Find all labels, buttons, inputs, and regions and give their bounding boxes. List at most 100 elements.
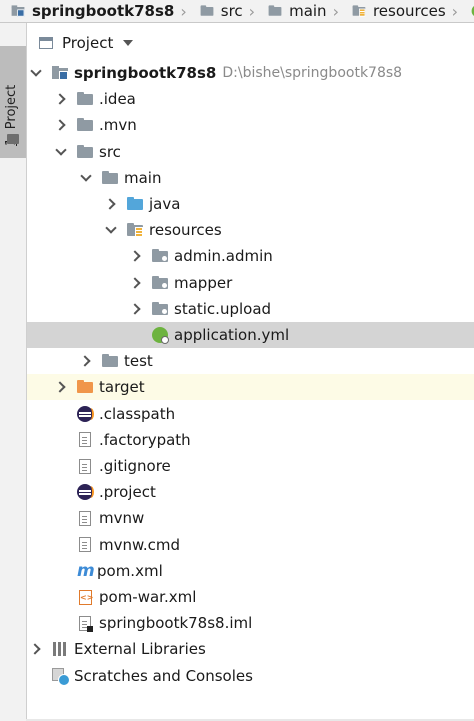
chevron-right-icon[interactable] — [131, 304, 141, 314]
tree-row[interactable]: admin.admin — [27, 243, 474, 269]
tree-row[interactable]: resources — [27, 217, 474, 243]
source-folder-icon — [127, 196, 143, 212]
tree-row[interactable]: .idea — [27, 86, 474, 112]
libraries-icon — [52, 641, 68, 657]
chevron-right-icon[interactable] — [56, 120, 66, 130]
tree-item-label: pom-war.xml — [99, 588, 197, 606]
breadcrumb-label: src — [220, 2, 243, 20]
chevron-right-icon[interactable] — [131, 278, 141, 288]
project-view-selector[interactable]: Project — [62, 34, 113, 52]
folder-icon — [200, 5, 214, 18]
chevron-right-icon[interactable] — [81, 356, 91, 366]
chevron-right-icon[interactable] — [56, 94, 66, 104]
tree-row[interactable]: .gitignore — [27, 453, 474, 479]
breadcrumb-separator: › — [332, 1, 339, 21]
eclipse-icon — [77, 484, 94, 501]
tree-row[interactable]: Scratches and Consoles — [27, 663, 474, 689]
tree-item-label: java — [149, 195, 181, 213]
text-file-icon — [79, 510, 91, 526]
tree-row[interactable]: springbootk78s8 D:\bishe\springbootk78s8 — [27, 60, 474, 86]
tree-row[interactable]: mvnw — [27, 505, 474, 531]
tree-row[interactable]: .classpath — [27, 401, 474, 427]
breadcrumb-label: main — [289, 2, 327, 20]
project-panel-header[interactable]: Project — [27, 23, 474, 63]
tree-row[interactable]: main — [27, 165, 474, 191]
tree-row[interactable]: test — [27, 348, 474, 374]
module-icon — [52, 65, 68, 81]
package-icon — [152, 248, 168, 264]
chevron-right-icon[interactable] — [56, 382, 66, 392]
chevron-right-icon[interactable] — [131, 251, 141, 261]
package-icon — [152, 301, 168, 317]
breadcrumb-separator: › — [180, 1, 187, 21]
chevron-down-icon[interactable] — [106, 225, 116, 235]
tree-item-label: pom.xml — [97, 561, 163, 580]
tree-row[interactable]: mvnw.cmd — [27, 532, 474, 558]
tree-row[interactable]: src — [27, 139, 474, 165]
chevron-right-icon[interactable] — [106, 199, 116, 209]
tree-item-label: Scratches and Consoles — [74, 666, 253, 685]
resources-folder-icon — [127, 222, 143, 238]
tree-item-label: resources — [149, 221, 222, 240]
chevron-down-icon[interactable] — [81, 173, 91, 183]
tree-item-label: src — [99, 142, 121, 161]
tree-row[interactable]: mapper — [27, 270, 474, 296]
folder-icon — [102, 170, 118, 186]
breadcrumb-item[interactable]: app — [460, 2, 474, 20]
tree-row[interactable]: .project — [27, 479, 474, 505]
folder-icon — [77, 144, 93, 160]
module-path: D:\bishe\springbootk78s8 — [222, 65, 403, 81]
tree-item-label: .classpath — [99, 404, 176, 423]
tree-row[interactable]: java — [27, 191, 474, 217]
tree-item-label: target — [99, 378, 145, 397]
tree-item-label: External Libraries — [74, 640, 206, 659]
tree-item-label: springbootk78s8 — [74, 64, 217, 82]
breadcrumb-item[interactable]: resources — [341, 2, 450, 20]
tool-window-icon — [7, 134, 19, 144]
tree-item-label: test — [124, 352, 153, 371]
tree-row[interactable]: .mvn — [27, 112, 474, 138]
tree-row[interactable]: pom-war.xml — [27, 584, 474, 610]
tree-item-label: main — [124, 168, 162, 187]
tree-item-label: springbootk78s8.iml — [99, 614, 253, 633]
tree-item-label: .factorypath — [99, 430, 191, 449]
tree-row[interactable]: .factorypath — [27, 427, 474, 453]
breadcrumb: springbootk78s8›src›main›resources›app — [0, 0, 474, 23]
xml-file-icon — [79, 589, 93, 605]
text-file-icon — [79, 458, 91, 474]
folder-icon — [102, 353, 118, 369]
breadcrumb-item[interactable]: springbootk78s8 — [0, 2, 178, 20]
breadcrumb-label: resources — [372, 2, 446, 20]
chevron-down-icon[interactable] — [123, 40, 134, 46]
breadcrumb-item[interactable]: main — [257, 2, 330, 20]
resources-folder-icon — [352, 5, 366, 18]
folder-icon — [77, 91, 93, 107]
tool-window-strip: 1: Project — [0, 23, 27, 721]
tree-item-label: mvnw — [99, 509, 145, 528]
package-icon — [152, 275, 168, 291]
tree-row[interactable]: application.yml — [27, 322, 474, 348]
tree-item-label: mvnw.cmd — [99, 535, 181, 554]
scratches-icon — [52, 667, 70, 686]
project-view-icon — [39, 37, 53, 49]
tree-row[interactable]: target — [27, 374, 474, 401]
tree-item-label: mapper — [174, 273, 233, 292]
tree-item-label: .idea — [99, 90, 136, 109]
tree-item-label: .gitignore — [99, 457, 171, 475]
tree-item-label: admin.admin — [174, 247, 273, 266]
iml-file-icon — [79, 615, 93, 632]
tree-row[interactable]: static.upload — [27, 296, 474, 322]
breadcrumb-item[interactable]: src — [189, 2, 247, 20]
tree-row[interactable]: m pom.xml — [27, 558, 474, 584]
breadcrumb-label: springbootk78s8 — [32, 2, 175, 20]
folder-icon — [77, 117, 93, 133]
tree-row[interactable]: External Libraries — [27, 636, 474, 662]
breadcrumb-separator: › — [248, 1, 256, 21]
module-icon — [11, 5, 25, 18]
excluded-folder-icon — [77, 379, 93, 395]
tree-row[interactable]: springbootk78s8.iml — [27, 610, 474, 636]
chevron-down-icon[interactable] — [31, 68, 41, 78]
chevron-down-icon[interactable] — [56, 147, 66, 157]
chevron-right-icon[interactable] — [31, 644, 41, 654]
eclipse-icon — [77, 405, 94, 422]
